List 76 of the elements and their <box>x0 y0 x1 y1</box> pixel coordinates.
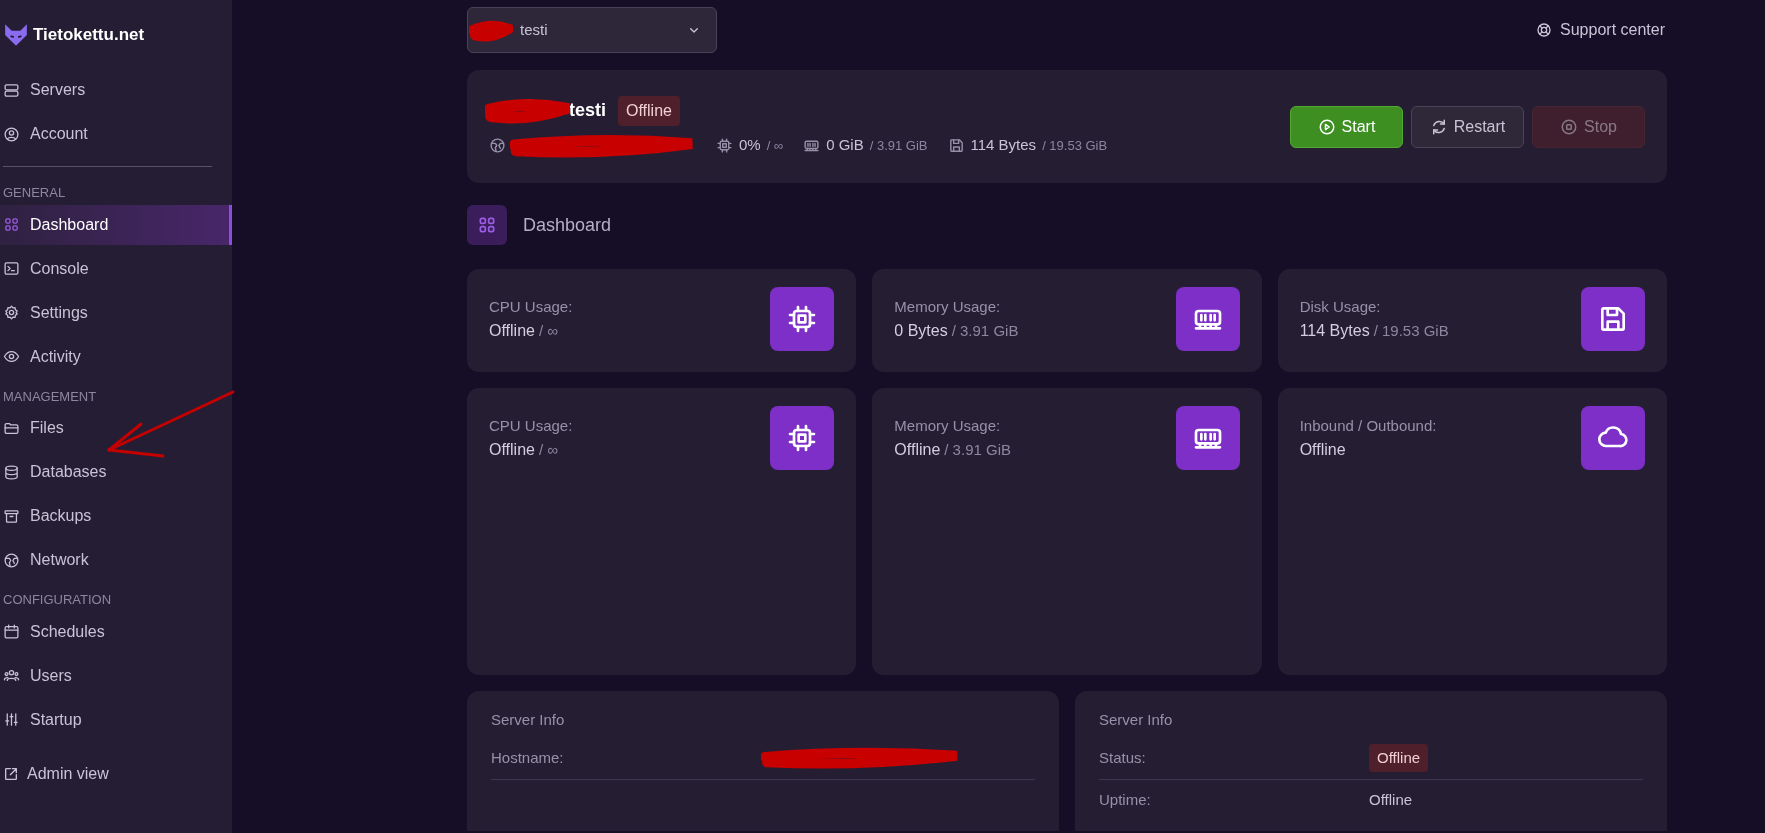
stat-value: Offline <box>1299 439 1346 460</box>
sidebar-item[interactable]: Users <box>0 655 232 696</box>
terminal-icon <box>3 260 20 277</box>
users-icon <box>3 667 20 684</box>
stat-value: Offline <box>894 439 941 460</box>
globe-icon <box>489 137 506 154</box>
archive-icon <box>3 507 20 525</box>
section-heading: GENERAL <box>2 184 67 202</box>
stat-limit: / 3.91 GiB <box>869 136 928 155</box>
support-center-link[interactable]: Support center <box>1536 18 1665 42</box>
stat-label: CPU Usage: <box>489 416 573 436</box>
database-icon <box>3 463 20 481</box>
stat-label: Memory Usage: <box>894 416 1002 436</box>
stat-label: Disk Usage: <box>1299 297 1382 317</box>
admin-view-link[interactable]: Admin view <box>0 753 232 794</box>
panel-title: Server Info <box>1099 710 1174 730</box>
server-dropdown[interactable]: testi <box>467 7 717 53</box>
grid-icon <box>3 216 20 233</box>
stat-value: 0 GiB <box>826 135 864 156</box>
sidebar-item[interactable]: Files <box>0 408 232 448</box>
lifebuoy-icon <box>1536 22 1553 38</box>
stat-value: Offline <box>489 439 535 460</box>
stat-limit: / ∞ <box>766 136 784 155</box>
grid-icon <box>477 215 497 235</box>
globe-icon <box>3 551 20 569</box>
chip-icon <box>716 137 733 154</box>
sidebar-item[interactable]: Schedules <box>0 611 232 652</box>
sidebar-item[interactable]: Settings <box>0 292 232 333</box>
info-label: Uptime: <box>1099 790 1152 811</box>
play-icon <box>1317 117 1336 136</box>
external-link-icon <box>3 765 19 782</box>
sidebar-item[interactable]: Console <box>0 248 232 289</box>
stat-value: 0% <box>739 135 761 156</box>
stat-label: Inbound / Outbound: <box>1299 416 1437 436</box>
server-icon <box>3 81 20 99</box>
stat-limit: / ∞ <box>538 320 558 341</box>
sidebar-item[interactable]: Account <box>0 114 232 154</box>
sidebar-item[interactable]: Activity <box>0 336 232 377</box>
brand-name: Tietokettu.net <box>33 24 145 47</box>
info-label: Status: <box>1099 747 1147 768</box>
sidebar-item[interactable]: Dashboard <box>0 204 232 245</box>
sidebar-item[interactable]: Backups <box>0 496 232 536</box>
stat-limit: / 19.53 GiB <box>1373 320 1449 341</box>
info-value: Offline <box>1369 790 1413 811</box>
user-icon <box>3 125 20 143</box>
eye-icon <box>3 348 20 365</box>
stat-value: Offline <box>489 320 535 341</box>
stat-value: 114 Bytes <box>970 135 1037 156</box>
status-badge: Offline <box>618 95 680 126</box>
status-badge: Offline <box>1369 743 1429 773</box>
sidebar-item[interactable]: Startup <box>0 699 232 740</box>
start-button[interactable]: Start <box>1290 105 1403 148</box>
stop-icon <box>1560 117 1579 136</box>
stat-limit: / 3.91 GiB <box>951 320 1019 341</box>
stat-label: Memory Usage: <box>894 297 1002 317</box>
sidebar-item[interactable]: Databases <box>0 452 232 492</box>
server-name: testi <box>569 99 606 122</box>
restart-button[interactable]: Restart <box>1411 105 1524 148</box>
panel-title: Server Info <box>491 710 566 730</box>
stat-value: 114 Bytes <box>1299 320 1370 341</box>
stat-limit: / 19.53 GiB <box>1042 136 1108 155</box>
sidebar-item[interactable]: Network <box>0 540 232 580</box>
calendar-icon <box>3 623 20 640</box>
stat-limit: / ∞ <box>538 439 558 460</box>
stat-limit: / 3.91 GiB <box>944 439 1011 460</box>
section-heading: MANAGEMENT <box>2 387 98 406</box>
page-title: Dashboard <box>523 213 612 237</box>
info-label: Hostname: <box>491 747 565 768</box>
stat-label: CPU Usage: <box>489 297 573 317</box>
sliders-icon <box>3 711 20 728</box>
sidebar-item[interactable]: Servers <box>0 70 232 110</box>
settings-icon <box>3 304 20 321</box>
redaction-mark <box>469 20 513 42</box>
section-heading: CONFIGURATION <box>2 591 113 609</box>
fox-logo <box>3 22 29 48</box>
stat-value: 0 Bytes <box>894 320 948 341</box>
